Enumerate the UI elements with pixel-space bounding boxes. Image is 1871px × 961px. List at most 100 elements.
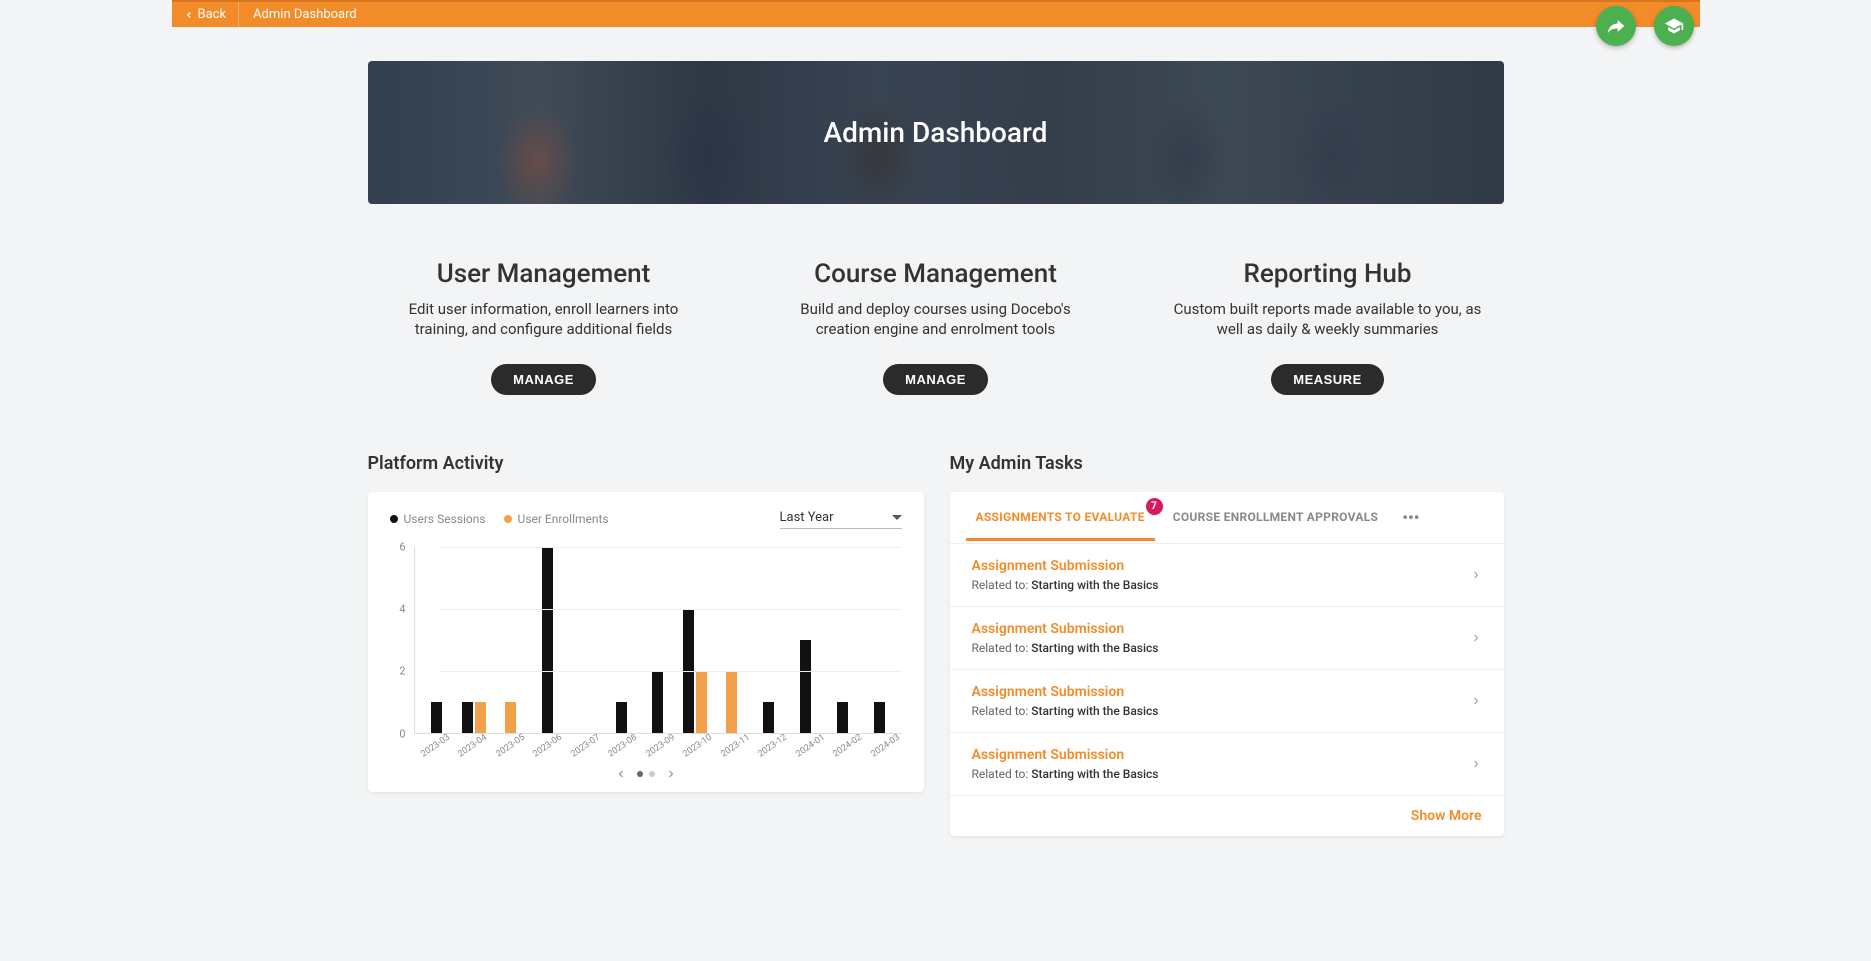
task-tabs: ASSIGNMENTS TO EVALUATE 7 COURSE ENROLLM…	[950, 492, 1504, 544]
bar	[726, 671, 737, 733]
task-item[interactable]: Assignment SubmissionRelated to: Startin…	[950, 607, 1504, 670]
task-info: Assignment Submission Related to: Startin…	[972, 558, 1159, 592]
gridline	[439, 609, 902, 610]
task-subtitle: Related to: Starting with the Basics	[972, 641, 1159, 655]
card-title: Reporting Hub	[1172, 259, 1484, 289]
bar-group	[787, 547, 824, 733]
pager-dots	[637, 771, 655, 777]
task-info: Assignment SubmissionRelated to: Startin…	[972, 684, 1159, 718]
chevron-right-icon	[1470, 569, 1482, 581]
platform-activity-section: Platform Activity Users Sessions User En…	[368, 453, 924, 836]
back-button[interactable]: Back	[172, 2, 240, 27]
chevron-right-icon	[665, 768, 677, 780]
bar	[696, 671, 707, 733]
tab-assignments-evaluate[interactable]: ASSIGNMENTS TO EVALUATE 7	[962, 494, 1159, 540]
share-button[interactable]	[1596, 6, 1636, 46]
bar	[874, 702, 885, 733]
bar-group	[603, 547, 640, 733]
manage-courses-button[interactable]: MANAGE	[883, 364, 988, 395]
learn-button[interactable]	[1654, 6, 1694, 46]
time-range-value: Last Year	[780, 510, 834, 525]
tab-label: ASSIGNMENTS TO EVALUATE	[976, 510, 1145, 524]
pager-dot[interactable]	[649, 771, 655, 777]
bar	[505, 702, 516, 733]
y-tick: 2	[399, 665, 405, 678]
legend-dot-icon	[390, 515, 398, 523]
share-icon	[1606, 16, 1626, 36]
tab-label: COURSE ENROLLMENT APPROVALS	[1173, 510, 1378, 524]
chevron-right-icon	[1470, 758, 1482, 770]
tasks-panel: ASSIGNMENTS TO EVALUATE 7 COURSE ENROLLM…	[950, 492, 1504, 836]
legend-user-enrollments: User Enrollments	[504, 512, 609, 526]
task-subtitle: Related to: Starting with the Basics	[972, 704, 1159, 718]
card-reporting-hub: Reporting Hub Custom built reports made …	[1152, 259, 1504, 395]
bar-group	[640, 547, 677, 733]
bar	[542, 547, 553, 733]
card-desc: Edit user information, enroll learners i…	[388, 299, 700, 340]
task-subtitle: Related to: Starting with the Basics	[972, 578, 1159, 592]
admin-tasks-title: My Admin Tasks	[950, 453, 1504, 474]
back-label: Back	[198, 7, 227, 22]
chart-area: 0246 2023-032023-042023-052023-062023-07…	[390, 547, 902, 764]
hero-banner: Admin Dashboard	[368, 61, 1504, 204]
float-actions	[1596, 6, 1694, 46]
tab-more[interactable]: •••	[1392, 492, 1429, 543]
task-list: Assignment Submission Related to: Startin…	[950, 544, 1504, 796]
chevron-left-icon	[184, 10, 194, 20]
task-info: Assignment SubmissionRelated to: Startin…	[972, 747, 1159, 781]
legend-label: User Enrollments	[518, 512, 609, 526]
bar-group	[455, 547, 492, 733]
bar	[431, 702, 442, 733]
bar	[462, 702, 473, 733]
platform-activity-title: Platform Activity	[368, 453, 924, 474]
bar	[837, 702, 848, 733]
feature-cards: User Management Edit user information, e…	[368, 259, 1504, 395]
card-title: Course Management	[780, 259, 1092, 289]
legend-users-sessions: Users Sessions	[390, 512, 486, 526]
manage-users-button[interactable]: MANAGE	[491, 364, 596, 395]
more-icon: •••	[1402, 508, 1419, 527]
measure-button[interactable]: MEASURE	[1271, 364, 1384, 395]
card-title: User Management	[388, 259, 700, 289]
bar-group	[419, 547, 456, 733]
bar-group	[566, 547, 603, 733]
y-tick: 0	[399, 727, 405, 740]
chevron-right-icon	[1470, 632, 1482, 644]
pager-next[interactable]	[665, 768, 677, 780]
bar	[475, 702, 486, 733]
bar	[616, 702, 627, 733]
bar-group	[529, 547, 566, 733]
bar-group	[824, 547, 861, 733]
breadcrumb: Admin Dashboard	[239, 7, 371, 22]
legend-label: Users Sessions	[404, 512, 486, 526]
tab-course-approvals[interactable]: COURSE ENROLLMENT APPROVALS	[1159, 494, 1392, 540]
show-more-link[interactable]: Show More	[950, 796, 1504, 836]
bar-group	[492, 547, 529, 733]
admin-tasks-section: My Admin Tasks ASSIGNMENTS TO EVALUATE 7…	[950, 453, 1504, 836]
chart-legend: Users Sessions User Enrollments	[390, 512, 609, 526]
y-tick: 4	[399, 602, 405, 615]
topbar: Back Admin Dashboard	[172, 0, 1700, 27]
bar	[763, 702, 774, 733]
bar	[652, 671, 663, 733]
card-user-management: User Management Edit user information, e…	[368, 259, 720, 395]
task-item[interactable]: Assignment SubmissionRelated to: Startin…	[950, 733, 1504, 796]
task-title: Assignment Submission	[972, 558, 1159, 574]
time-range-select[interactable]: Last Year	[780, 510, 902, 529]
card-desc: Custom built reports made available to y…	[1172, 299, 1484, 340]
chevron-right-icon	[1470, 695, 1482, 707]
gridline	[439, 671, 902, 672]
chevron-down-icon	[892, 515, 902, 520]
hero-title: Admin Dashboard	[824, 116, 1048, 149]
task-item[interactable]: Assignment Submission Related to: Startin…	[950, 544, 1504, 607]
pager-dot[interactable]	[637, 771, 643, 777]
y-tick: 6	[399, 540, 405, 553]
card-course-management: Course Management Build and deploy cours…	[760, 259, 1112, 395]
task-info: Assignment SubmissionRelated to: Startin…	[972, 621, 1159, 655]
bar-group	[713, 547, 750, 733]
gridline	[439, 547, 902, 548]
bar-group	[750, 547, 787, 733]
task-item[interactable]: Assignment SubmissionRelated to: Startin…	[950, 670, 1504, 733]
card-desc: Build and deploy courses using Docebo's …	[780, 299, 1092, 340]
bar-group	[676, 547, 713, 733]
